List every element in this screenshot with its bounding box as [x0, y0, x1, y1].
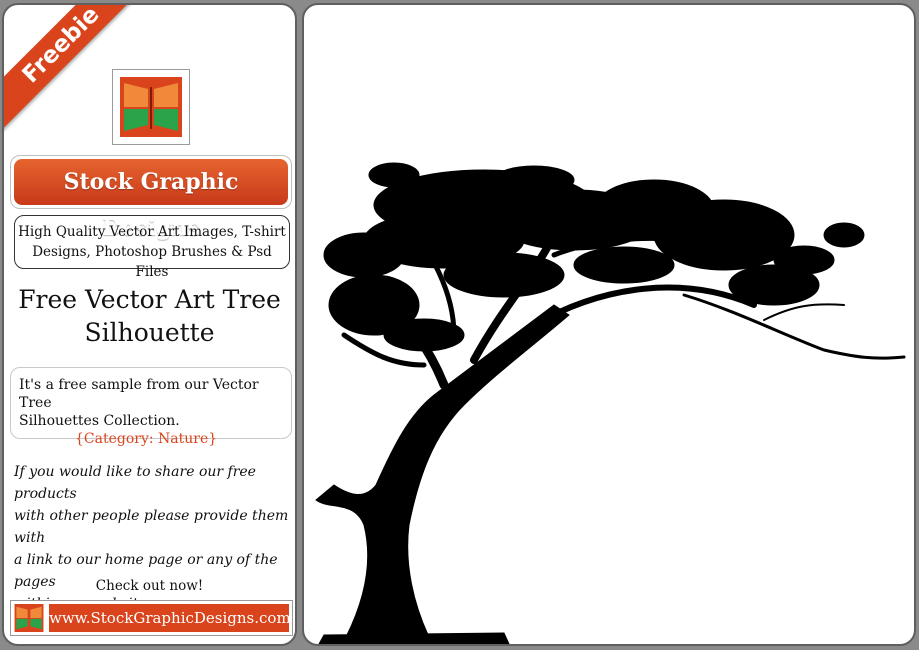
- description-box: High Quality Vector Art Images, T-shirt …: [14, 215, 290, 280]
- brand-banner: Stock Graphic Designs: [10, 155, 292, 241]
- brand-logo: [112, 69, 190, 145]
- logo-icon: [14, 604, 44, 632]
- check-out-text: Check out now!: [95, 578, 204, 594]
- logo-icon: [120, 77, 182, 137]
- description-line-1: High Quality Vector Art Images, T-shirt: [18, 224, 286, 240]
- info-line-1: It's a free sample from our Vector Tree: [19, 377, 259, 411]
- brand-name: Stock Graphic Designs: [14, 159, 288, 241]
- share-line-1: If you would like to share our free prod…: [14, 464, 256, 502]
- page-title: Free Vector Art Tree Silhouette: [4, 283, 295, 349]
- share-line-2: with other people please provide them wi…: [14, 508, 289, 546]
- tree-silhouette: [315, 162, 906, 644]
- title-line-1: Free Vector Art Tree: [18, 285, 281, 314]
- info-panel: Freebie Stock Graphic Designs High Quali…: [2, 3, 297, 646]
- category-label: {Category: Nature}: [75, 431, 218, 447]
- preview-panel: [302, 3, 916, 646]
- website-url[interactable]: www.StockGraphicDesigns.com: [49, 604, 291, 632]
- website-link[interactable]: www.StockGraphicDesigns.com: [10, 600, 293, 636]
- title-line-2: Silhouette: [84, 318, 215, 347]
- info-box: It's a free sample from our Vector Tree …: [10, 367, 292, 447]
- info-line-2: Silhouettes Collection.: [19, 413, 180, 429]
- description-line-2: Designs, Photoshop Brushes & Psd Files: [32, 244, 272, 280]
